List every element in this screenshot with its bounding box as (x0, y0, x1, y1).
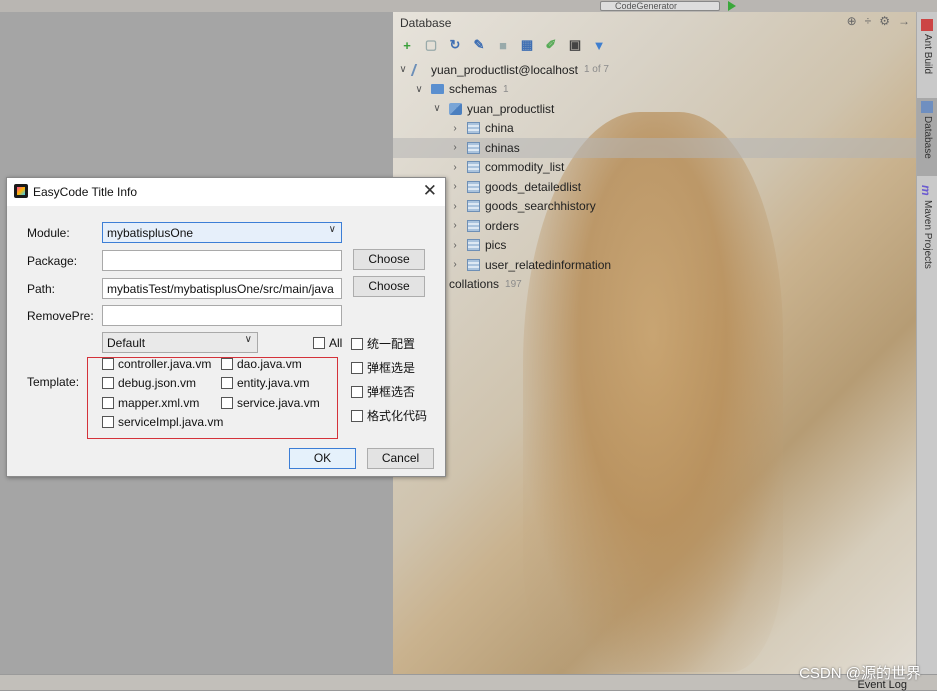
table-icon (467, 219, 480, 232)
watermark: CSDN @源的世界 (799, 665, 921, 682)
gear-icon[interactable]: ⚙ (879, 14, 890, 28)
option-popup-yes[interactable]: 弹框选是 (351, 359, 415, 376)
cancel-button[interactable]: Cancel (367, 448, 434, 469)
refresh-icon[interactable]: ↻ (448, 37, 462, 52)
chevron-right-icon[interactable]: › (449, 259, 461, 270)
template-checkbox[interactable]: dao.java.vm (221, 357, 302, 371)
chevron-right-icon[interactable]: › (449, 240, 461, 251)
settings-target-icon[interactable]: ⊕ (847, 14, 857, 28)
dialog-titlebar: EasyCode Title Info ✕ (7, 178, 445, 206)
choose-package-button[interactable]: Choose (353, 249, 425, 270)
all-checkbox[interactable]: All (313, 336, 342, 350)
hide-icon[interactable]: → (898, 14, 910, 28)
module-label: Module: (27, 226, 70, 240)
easycode-dialog: EasyCode Title Info ✕ Module: mybatisplu… (6, 177, 446, 477)
filter-icon[interactable]: ▼ (592, 38, 606, 53)
template-checkbox[interactable]: mapper.xml.vm (102, 396, 199, 410)
chevron-right-icon[interactable]: › (449, 201, 461, 212)
tree-item-table[interactable]: › user_relatedinformation (393, 255, 916, 275)
choose-path-button[interactable]: Choose (353, 276, 425, 297)
path-input[interactable]: mybatisTest/mybatisplusOne/src/main/java (102, 278, 342, 299)
removepre-label: RemovePre: (27, 309, 94, 323)
chevron-down-icon[interactable]: ∨ (413, 84, 425, 95)
tab-ant-build[interactable]: Ant Build (917, 16, 937, 96)
chevron-right-icon[interactable]: › (449, 142, 461, 153)
table-icon (467, 200, 480, 213)
console-icon[interactable]: ▣ (568, 37, 582, 52)
template-checkbox[interactable]: entity.java.vm (221, 376, 309, 390)
intellij-icon (14, 184, 28, 198)
tab-database[interactable]: Database (917, 98, 937, 176)
dialog-title: EasyCode Title Info (33, 185, 138, 199)
copy-icon[interactable]: ▢ (424, 37, 438, 52)
tree-item-datasource[interactable]: ∨ yuan_productlist@localhost 1 of 7 (393, 60, 916, 80)
tree-item-table[interactable]: › goods_searchhistory (393, 197, 916, 217)
close-icon[interactable]: ✕ (423, 181, 437, 201)
tree-item-table[interactable]: › pics (393, 236, 916, 256)
edit-icon[interactable]: ✐ (544, 37, 558, 52)
status-bar (0, 674, 937, 690)
table-icon (467, 180, 480, 193)
chevron-down-icon: ∨ (328, 224, 336, 235)
template-checkbox[interactable]: serviceImpl.java.vm (102, 415, 223, 429)
chevron-down-icon[interactable]: ∨ (397, 64, 409, 75)
table-icon (467, 122, 480, 135)
split-icon[interactable]: ÷ (865, 14, 872, 28)
chevron-right-icon[interactable]: › (449, 220, 461, 231)
schema-icon (449, 102, 462, 115)
tree-item-table[interactable]: › commodity_list (393, 158, 916, 178)
properties-icon[interactable]: ✎ (472, 37, 486, 52)
chevron-down-icon: ∨ (244, 334, 252, 345)
package-label: Package: (27, 254, 78, 268)
db-tree: ∨ yuan_productlist@localhost 1 of 7 ∨ sch… (393, 60, 916, 294)
tree-item-schema[interactable]: ∨ yuan_productlist (393, 99, 916, 119)
tree-item-table[interactable]: › chinas (393, 138, 916, 158)
option-format-code[interactable]: 格式化代码 (351, 407, 427, 424)
package-input[interactable] (102, 250, 342, 271)
template-group-select[interactable]: Default ∨ (102, 332, 258, 353)
folder-icon (431, 84, 444, 95)
template-checkbox[interactable]: service.java.vm (221, 396, 320, 410)
database-panel: Database ⊕ ÷ ⚙ → + ▢ ↻ ✎ ■ ▦ ✐ ▣ ▼ ∨ yua… (393, 12, 916, 674)
database-icon (921, 101, 933, 113)
add-icon[interactable]: + (400, 38, 414, 53)
chevron-right-icon[interactable]: › (449, 123, 461, 134)
tree-item-collations[interactable]: › collations197 (393, 275, 916, 295)
maven-icon: m (919, 185, 933, 196)
ant-icon (921, 19, 933, 31)
top-toolbar: CodeGenerator (0, 0, 937, 12)
chevron-down-icon[interactable]: ∨ (431, 103, 443, 114)
table-icon (467, 141, 480, 154)
table-icon (467, 239, 480, 252)
tree-item-schemas[interactable]: ∨ schemas 1 (393, 80, 916, 100)
template-checkbox[interactable]: controller.java.vm (102, 357, 211, 371)
db-toolbar: + ▢ ↻ ✎ ■ ▦ ✐ ▣ ▼ (400, 37, 606, 53)
tab-maven-projects[interactable]: m Maven Projects (917, 182, 937, 282)
right-tool-strip: Ant Build Database m Maven Projects (916, 12, 937, 674)
table-icon (467, 258, 480, 271)
table-icon[interactable]: ▦ (520, 37, 534, 52)
ok-button[interactable]: OK (289, 448, 356, 469)
run-icon[interactable] (728, 1, 736, 11)
option-unified-config[interactable]: 统一配置 (351, 335, 415, 352)
path-label: Path: (27, 282, 56, 296)
stop-icon[interactable]: ■ (496, 38, 510, 53)
removepre-input[interactable] (102, 305, 342, 326)
module-select[interactable]: mybatisplusOne ∨ (102, 222, 342, 243)
option-popup-no[interactable]: 弹框选否 (351, 383, 415, 400)
template-label: Template: (27, 375, 80, 389)
run-config-select[interactable]: CodeGenerator (600, 1, 720, 11)
table-icon (467, 161, 480, 174)
checkbox[interactable] (313, 337, 325, 349)
tree-item-table[interactable]: › china (393, 119, 916, 139)
panel-title: Database (400, 16, 452, 30)
tree-item-table[interactable]: › orders (393, 216, 916, 236)
chevron-right-icon[interactable]: › (449, 181, 461, 192)
chevron-right-icon[interactable]: › (449, 162, 461, 173)
tree-item-table[interactable]: › goods_detailedlist (393, 177, 916, 197)
datasource-icon (410, 63, 429, 76)
template-checkbox[interactable]: debug.json.vm (102, 376, 196, 390)
